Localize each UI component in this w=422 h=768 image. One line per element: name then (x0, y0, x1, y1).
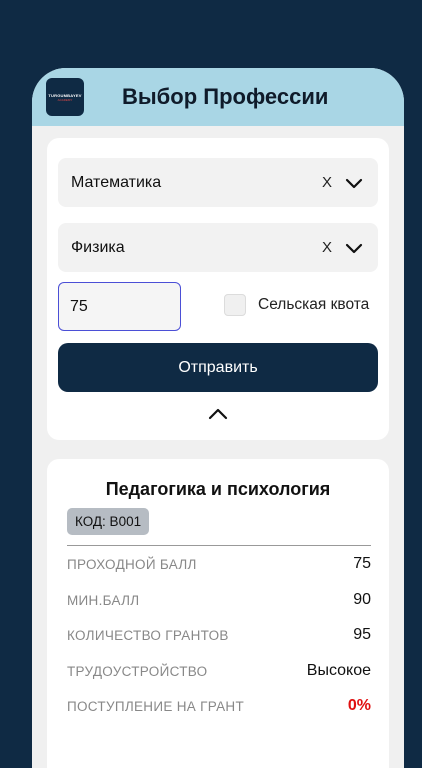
subject2-value: Физика (71, 238, 125, 256)
clear-icon[interactable]: X (322, 239, 332, 256)
stat-row-passing-score: ПРОХОДНОЙ БАЛЛ 75 (67, 555, 371, 573)
stat-label: ПОСТУПЛЕНИЕ НА ГРАНТ (67, 698, 245, 714)
stat-label: ТРУДОУСТРОЙСТВО (67, 663, 208, 679)
stat-value: 0% (347, 697, 371, 714)
stat-label: ПРОХОДНОЙ БАЛЛ (67, 556, 197, 572)
stat-row-grant-chance: ПОСТУПЛЕНИЕ НА ГРАНТ 0% (67, 697, 371, 715)
divider (67, 545, 371, 546)
stat-value: Высокое (306, 662, 371, 679)
stat-value: 95 (353, 626, 371, 643)
profession-code-badge: КОД: B001 (67, 508, 150, 535)
clear-icon[interactable]: X (322, 174, 332, 191)
subject1-value: Математика (71, 173, 162, 191)
chevron-down-icon[interactable] (344, 238, 364, 258)
stat-value: 75 (353, 555, 371, 572)
stat-label: МИН.БАЛЛ (67, 592, 140, 608)
chevron-up-icon[interactable] (207, 406, 229, 422)
app-screen: TURGUMBAYEV ACADEMY Выбор Профессии Мате… (32, 68, 404, 768)
rural-quota-label: Сельская квота (258, 296, 370, 313)
submit-button[interactable]: Отправить (58, 343, 378, 392)
profession-result-card: Педагогика и психология КОД: B001 ПРОХОД… (47, 459, 389, 768)
stat-row-min-score: МИН.БАЛЛ 90 (67, 591, 371, 609)
page-title: Выбор Профессии (122, 84, 329, 109)
stat-label: КОЛИЧЕСТВО ГРАНТОВ (67, 627, 229, 643)
logo-subtext: ACADEMY (57, 97, 73, 102)
search-form-card: Математика X Физика X Сельская квота Отп… (47, 138, 389, 440)
rural-quota-checkbox[interactable] (224, 294, 246, 316)
chevron-down-icon[interactable] (344, 173, 364, 193)
score-input[interactable] (58, 282, 181, 331)
stat-row-employment: ТРУДОУСТРОЙСТВО Высокое (67, 662, 371, 680)
stat-value: 90 (353, 591, 371, 608)
rural-quota-option[interactable]: Сельская квота (224, 294, 369, 316)
subject2-select[interactable]: Физика X (58, 223, 378, 272)
app-logo: TURGUMBAYEV ACADEMY (46, 78, 84, 116)
subject1-select[interactable]: Математика X (58, 158, 378, 207)
profession-title: Педагогика и психология (105, 479, 331, 499)
stat-row-grants: КОЛИЧЕСТВО ГРАНТОВ 95 (67, 626, 371, 644)
app-header: TURGUMBAYEV ACADEMY Выбор Профессии (32, 68, 404, 126)
